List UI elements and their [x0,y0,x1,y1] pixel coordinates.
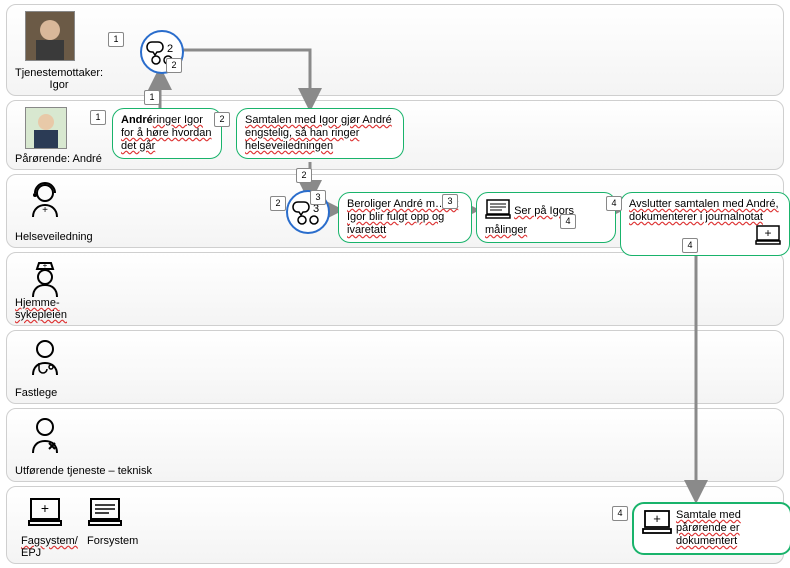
node-dokumentert: + Samtale med pårørende er dokumentert [632,502,790,555]
svg-text:+: + [43,261,48,270]
chip-2c: 2 [296,168,312,183]
node-samtalen: Samtalen med Igor gjør André engstelig, … [236,108,404,159]
svg-text:+: + [653,511,661,526]
svg-text:+: + [41,500,49,516]
chip-1b: 1 [90,110,106,125]
node-2-text: Samtalen med Igor gjør André engstelig, … [245,114,392,152]
lane-fastlege: Fastlege [6,330,784,404]
svg-text:+: + [42,205,48,216]
lane-tjenestemottaker: Tjenestemottaker: Igor [6,4,784,96]
lane-7-text-a: Fagsystem/ [21,535,78,547]
computer-lines-icon-small [485,198,511,224]
lane-label-6: Utførende tjeneste – teknisk [15,465,152,477]
doctor-icon [25,337,65,377]
conv-1-num: 2 [167,43,173,55]
lane-2-text-b: André [72,153,101,165]
lane-7-text-c: Forsystem [87,535,138,547]
svg-text:+: + [764,226,771,240]
node-ser-pa: Ser på Igors målinger [476,192,616,243]
chip-2d: 2 [270,196,286,211]
chip-2b: 2 [166,58,182,73]
lane-label-7b: Forsystem [87,535,138,547]
lane-label-5: Fastlege [15,387,57,399]
lane-label-1: Tjenestemottaker: Igor [15,67,103,91]
chip-4c: 4 [682,238,698,253]
chip-4d: 4 [612,506,628,521]
nurse-icon: + [25,259,65,299]
chip-4b: 4 [560,214,576,229]
lane-1-text-b: Igor [15,79,103,91]
lane-teknisk: Utførende tjeneste – teknisk [6,408,784,482]
lane-label-3: Helseveiledning [15,231,93,243]
node-1-bold: André [121,114,153,126]
avatar-igor [25,11,75,61]
chip-3b: 3 [442,194,458,209]
computer-plus-icon: + [25,493,65,533]
diagram-canvas: Tjenestemottaker: Igor Pårørende: André … [0,0,790,568]
nurse-headset-icon: + [25,181,65,221]
chip-1c: 1 [144,90,160,105]
node-andre-ringer: Andréringer Igor for å høre hvordan det … [112,108,222,159]
lane-label-7a: Fagsystem/ EPJ [21,535,78,559]
lane-hjemmesykepleien: + Hjemme- sykepleien [6,252,784,326]
avatar-andre [25,107,67,149]
lane-2-text-a: Pårørende: [15,153,70,165]
lane-3-text: Helseveiledning [15,231,93,243]
computer-plus-icon-small-2: + [642,509,672,539]
node-avslutter: Avslutter samtalen med André, dokumenter… [620,192,790,256]
lane-label-2: Pårørende: André [15,153,102,165]
lane-5-text: Fastlege [15,387,57,399]
lane-label-4: Hjemme- sykepleien [15,297,67,321]
chip-3a: 3 [310,190,326,205]
lane-4-text-a: Hjemme- [15,297,60,309]
computer-lines-icon [85,493,125,533]
chip-4a: 4 [606,196,622,211]
lane-1-text-a: Tjenestemottaker: [15,67,103,79]
chip-1a: 1 [108,32,124,47]
lane-4-text-b: sykepleien [15,309,67,321]
node-5-text: Avslutter samtalen med André, dokumenter… [629,198,779,223]
lane-6-text: Utførende tjeneste – teknisk [15,465,152,477]
node-6-text: Samtale med pårørende er dokumentert [676,509,741,547]
lane-7-text-b: EPJ [21,547,78,559]
chip-2a: 2 [214,112,230,127]
computer-plus-icon-small: + [755,224,781,250]
tech-icon [25,415,65,455]
